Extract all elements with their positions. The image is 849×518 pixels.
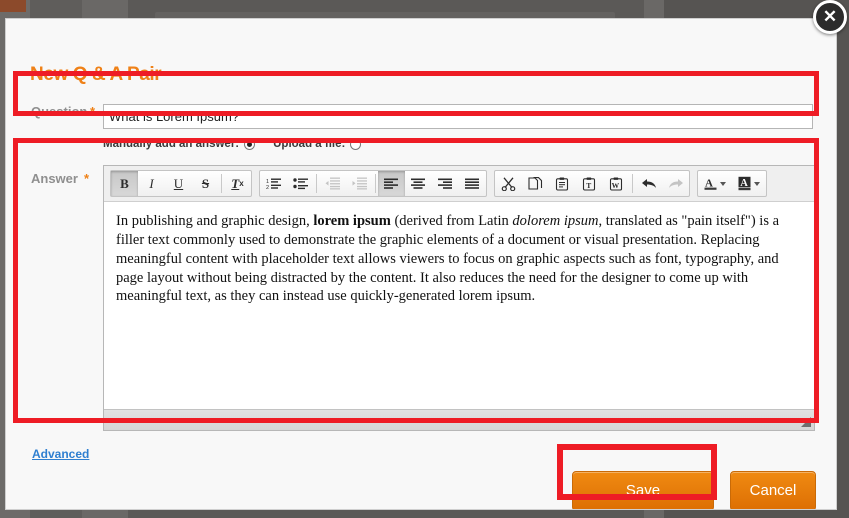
bulleted-list-icon[interactable] (287, 171, 314, 196)
upload-file-radio[interactable] (350, 138, 362, 150)
increase-indent-icon[interactable] (346, 171, 373, 196)
dialog-title: New Q & A Pair (30, 64, 162, 85)
color-group: A A (697, 170, 767, 197)
align-right-icon[interactable] (432, 171, 459, 196)
text-color-icon[interactable]: A (698, 171, 732, 196)
toolbar-separator (632, 174, 633, 193)
numbered-list-icon[interactable]: 1 2 (260, 171, 287, 196)
cancel-button[interactable]: Cancel (730, 471, 816, 509)
align-left-icon[interactable] (378, 171, 405, 196)
decrease-indent-icon[interactable] (319, 171, 346, 196)
chevron-down-icon[interactable] (720, 181, 726, 186)
question-input[interactable] (103, 104, 813, 129)
close-icon[interactable]: ✕ (813, 0, 847, 34)
redo-arrow-icon[interactable] (662, 171, 689, 196)
align-justify-icon[interactable] (459, 171, 486, 196)
svg-text:T: T (586, 181, 591, 190)
manual-answer-label: Manually add an answer: (103, 138, 240, 150)
paste-word-icon[interactable]: W (603, 171, 630, 196)
svg-text:A: A (740, 178, 748, 189)
align-center-icon[interactable] (405, 171, 432, 196)
svg-text:2: 2 (266, 185, 269, 190)
editor-toolbar: B I U S Tx 1 2 T W A A (104, 166, 814, 202)
paste-icon[interactable] (549, 171, 576, 196)
background-color-icon[interactable]: A (732, 171, 766, 196)
resize-grip-icon[interactable] (801, 417, 811, 427)
rich-text-editor: B I U S Tx 1 2 T W A A In publishing and… (103, 165, 815, 431)
chevron-down-icon[interactable] (754, 181, 760, 186)
toolbar-separator (375, 174, 376, 193)
question-required-marker: * (90, 104, 96, 119)
answer-label: Answer (31, 171, 78, 186)
answer-editor-content[interactable]: In publishing and graphic design, lorem … (104, 202, 814, 409)
question-label: Question (31, 104, 88, 119)
answer-required-marker: * (84, 171, 90, 186)
undo-arrow-icon[interactable] (635, 171, 662, 196)
clipboard-history-group: T W (494, 170, 690, 197)
save-button[interactable]: Save (572, 471, 714, 509)
toolbar-separator (221, 174, 222, 193)
copy-icon[interactable] (522, 171, 549, 196)
manual-answer-radio[interactable] (244, 138, 256, 150)
bold-icon[interactable]: B (111, 171, 138, 196)
upload-file-label: Upload a file: (273, 138, 346, 150)
answer-source-options: Manually add an answer: Upload a file: (103, 138, 362, 150)
new-qa-pair-dialog: New Q & A Pair Question * Manually add a… (5, 18, 837, 510)
remove-format-icon[interactable]: Tx (224, 171, 251, 196)
page-root: ✕ New Q & A Pair Question * Manually add… (0, 0, 849, 518)
paste-text-icon[interactable]: T (576, 171, 603, 196)
svg-text:W: W (612, 181, 620, 190)
strikethrough-icon[interactable]: S (192, 171, 219, 196)
toolbar-separator (316, 174, 317, 193)
underline-icon[interactable]: U (165, 171, 192, 196)
italic-icon[interactable]: I (138, 171, 165, 196)
advanced-link[interactable]: Advanced (32, 447, 89, 461)
list-indent-align-group: 1 2 (259, 170, 487, 197)
editor-statusbar (104, 409, 814, 430)
scissors-icon[interactable] (495, 171, 522, 196)
background-brand-block (0, 0, 26, 12)
text-format-group: B I U S Tx (110, 170, 252, 197)
